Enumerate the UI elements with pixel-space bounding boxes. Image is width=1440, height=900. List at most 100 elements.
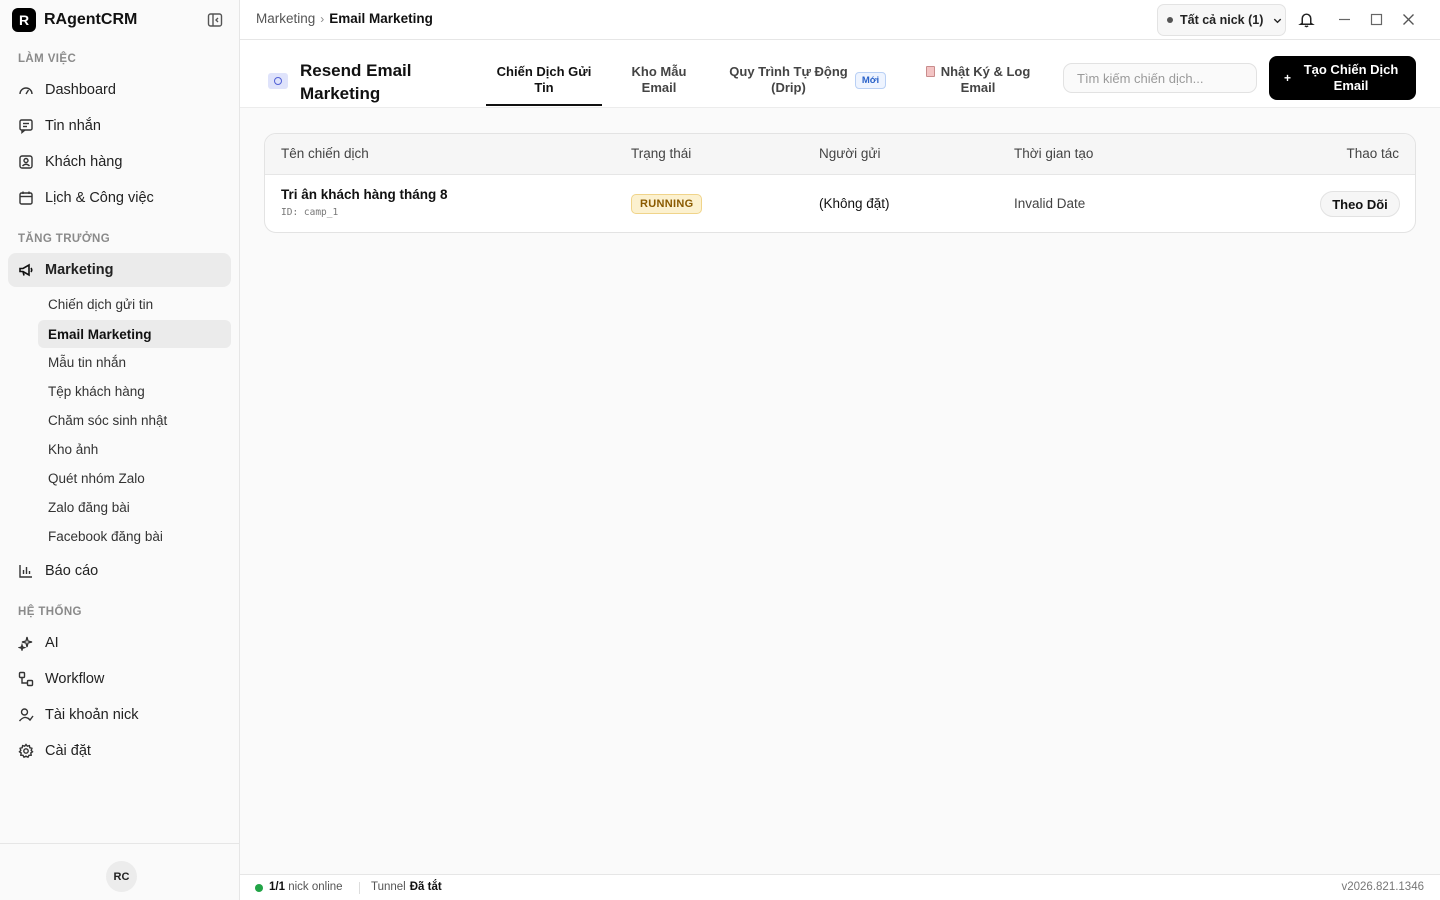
app-version: v2026.821.1346 [1341,881,1425,893]
page-header: Resend Email Marketing Chiến Dịch Gửi Ti… [240,40,1440,108]
sidebar-item-label: Khách hàng [45,154,123,170]
email-icon [268,73,288,89]
breadcrumb-current: Email Marketing [329,11,433,26]
campaign-sender: (Không đặt) [819,196,890,211]
breadcrumb: Marketing › Email Marketing [256,11,433,26]
nick-select[interactable]: Tất cả nick (1) [1157,4,1286,36]
sidebar-subitem-birthday-care[interactable]: Chăm sóc sinh nhật [38,406,231,434]
sidebar-item-ai[interactable]: AI [8,626,231,660]
column-header-created: Thời gian tạo [1014,146,1094,161]
sidebar-subitem-customer-files[interactable]: Tệp khách hàng [38,377,231,405]
topbar: Marketing › Email Marketing Tất cả nick … [240,0,1440,40]
sidebar-subitem-message-templates[interactable]: Mẫu tin nhắn [38,348,231,376]
brand-logo: R [12,8,36,32]
sidebar-subitem-facebook-post[interactable]: Facebook đăng bài [38,522,231,550]
page-title: Resend Email Marketing [300,61,412,103]
column-header-status: Trạng thái [631,146,692,161]
sidebar-collapse-icon[interactable] [207,12,223,28]
nick-status-dot [1167,17,1173,23]
new-badge: Mới [855,72,886,89]
tab-drip[interactable]: Quy Trình Tự Động (Drip) [727,64,850,96]
sidebar-item-nick-accounts[interactable]: Tài khoản nick [8,698,231,732]
sidebar-item-dashboard[interactable]: Dashboard [8,73,231,107]
calendar-icon [19,191,33,205]
follow-button[interactable]: Theo Dõi [1320,191,1400,217]
sidebar-item-label: AI [45,635,59,651]
maximize-icon[interactable] [1369,12,1384,27]
table-row: Tri ân khách hàng tháng 8 ID: camp_1 RUN… [265,175,1415,232]
online-status-dot [255,884,263,892]
campaign-name: Tri ân khách hàng tháng 8 [281,187,448,202]
section-label-growth: TĂNG TRƯỞNG [18,233,111,245]
tab-campaigns[interactable]: Chiến Dịch Gửi Tin [486,64,602,96]
nick-select-label: Tất cả nick (1) [1180,13,1264,27]
sidebar-item-label: Dashboard [45,82,116,98]
log-icon [925,66,935,77]
search-input[interactable] [1063,63,1257,93]
bell-icon[interactable] [1298,11,1315,28]
section-label-system: HỆ THỐNG [18,606,82,618]
brand-name: RAgentCRM [44,11,138,28]
sidebar-subitem-campaigns[interactable]: Chiến dịch gửi tin [38,290,231,318]
dashboard-icon [19,87,33,95]
sidebar-item-calendar[interactable]: Lịch & Công việc [8,181,231,215]
tab-logs[interactable]: Nhật Ký & Log Email [923,64,1033,96]
chevron-down-icon [1274,18,1282,23]
breadcrumb-parent[interactable]: Marketing [256,11,315,26]
gear-icon [18,743,34,759]
sidebar-subitem-email-marketing[interactable]: Email Marketing [38,320,231,348]
sidebar-footer: RC [0,843,240,900]
minimize-icon[interactable] [1337,12,1352,27]
online-status: 1/1 nick online [269,881,343,893]
column-header-name: Tên chiến dịch [281,146,369,161]
campaign-created-time: Invalid Date [1014,196,1086,211]
sidebar: R RAgentCRM LÀM VIỆC Dashboard Tin nhắn … [0,0,240,900]
sidebar-item-workflow[interactable]: Workflow [8,662,231,696]
tunnel-label: Tunnel [371,881,406,893]
chart-icon [19,565,32,578]
ai-sparkle-icon [18,636,33,651]
status-badge: RUNNING [631,194,703,214]
breadcrumb-separator: › [320,11,325,26]
sidebar-item-messages[interactable]: Tin nhắn [8,109,231,143]
tunnel-status: Tunnel Đã tắt [371,881,442,893]
campaign-id: ID: camp_1 [281,207,339,218]
online-label: nick online [288,881,343,893]
sidebar-item-label: Workflow [45,671,105,687]
sidebar-item-customers[interactable]: Khách hàng [8,145,231,179]
sidebar-item-label: Cài đặt [45,743,91,759]
sidebar-subitem-image-library[interactable]: Kho ảnh [38,435,231,463]
sidebar-item-label: Lịch & Công việc [45,190,154,206]
status-divider [359,882,360,894]
section-label-work: LÀM VIỆC [18,53,77,65]
sidebar-item-label: Tin nhắn [45,118,101,134]
message-icon [19,119,33,134]
status-bar: 1/1 nick online Tunnel Đã tắt v2026.821.1… [240,874,1440,900]
column-header-sender: Người gửi [819,146,881,161]
tunnel-value: Đã tắt [409,881,442,893]
close-icon[interactable] [1401,12,1416,27]
sidebar-item-settings[interactable]: Cài đặt [8,734,231,768]
sidebar-item-reports[interactable]: Báo cáo [8,554,231,588]
megaphone-icon [19,263,33,277]
column-header-actions: Thao tác [1346,146,1399,161]
sidebar-item-label: Marketing [45,262,114,278]
customer-icon [19,155,33,169]
sidebar-item-marketing[interactable]: Marketing [8,253,231,287]
user-account-icon [18,708,34,722]
plus-icon: + [1284,71,1292,85]
avatar[interactable]: RC [106,861,137,892]
tab-email-templates[interactable]: Kho Mẫu Email [619,64,699,96]
create-campaign-button[interactable]: + Tạo Chiến Dịch Email [1269,56,1416,100]
tab-logs-label: Nhật Ký & Log Email [940,64,1031,95]
brand[interactable]: R RAgentCRM [12,8,137,32]
sidebar-item-label: Tài khoản nick [45,707,139,723]
sidebar-subitem-zalo-group-scan[interactable]: Quét nhóm Zalo [38,464,231,492]
sidebar-item-label: Báo cáo [45,563,99,579]
campaign-table: Tên chiến dịch Trạng thái Người gửi Thời… [264,133,1416,233]
table-header: Tên chiến dịch Trạng thái Người gửi Thời… [265,134,1415,175]
active-tab-indicator [486,104,602,106]
sidebar-subitem-zalo-post[interactable]: Zalo đăng bài [38,493,231,521]
workflow-icon [18,671,34,687]
create-campaign-label: Tạo Chiến Dịch Email [1303,62,1399,93]
